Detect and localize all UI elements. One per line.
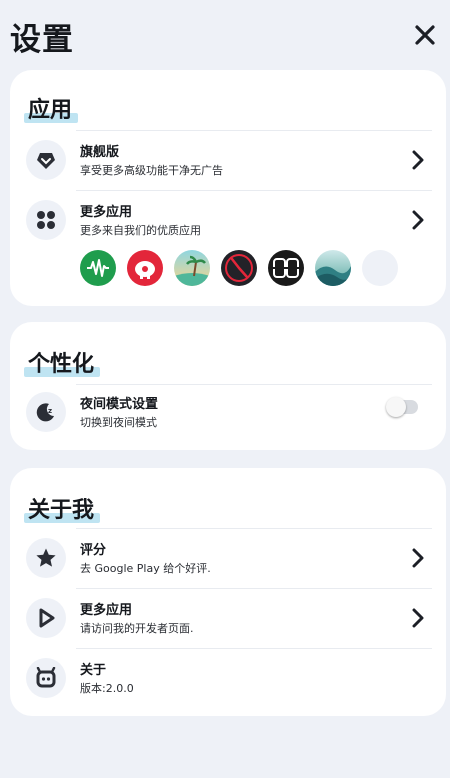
rate-icon-circle: [26, 538, 66, 578]
about-section-title: 关于我: [24, 492, 101, 524]
about-row[interactable]: 关于 版本:2.0.0: [10, 650, 446, 706]
developer-apps-title: 更多应用: [80, 603, 133, 618]
chevron-right-icon: [406, 606, 430, 630]
rate-subtitle: 去 Google Play 给个好评.: [80, 562, 211, 575]
developer-apps-row[interactable]: 更多应用 请访问我的开发者页面.: [10, 590, 446, 646]
audio-wave-app-icon[interactable]: [80, 250, 116, 286]
apps-section-title: 应用: [24, 92, 79, 124]
svg-text:z: z: [48, 407, 52, 415]
more-apps-title: 更多应用: [80, 205, 133, 220]
about-version: 版本:2.0.0: [80, 682, 134, 695]
apps-grid-icon: [37, 211, 55, 229]
premium-row[interactable]: 旗舰版 享受更多高级功能干净无广告: [10, 132, 446, 188]
close-icon: [415, 25, 435, 45]
moon-icon: z: [36, 403, 54, 422]
apps-section-card: 应用 旗舰版 享受更多高级功能干净无广告 更多应用 更多来自我们的优质应用: [10, 70, 446, 306]
premium-icon-circle: [26, 140, 66, 180]
rate-title: 评分: [80, 543, 107, 558]
placeholder-app-icon: [362, 250, 398, 286]
personalization-section-card: 个性化 z 夜间模式设置 切换到夜间模式: [10, 322, 446, 450]
premium-title: 旗舰版: [80, 145, 120, 160]
rate-row[interactable]: 评分 去 Google Play 给个好评.: [10, 530, 446, 586]
heart-badge-icon: [37, 153, 55, 169]
night-mode-toggle[interactable]: [386, 397, 418, 417]
more-apps-subtitle: 更多来自我们的优质应用: [80, 224, 201, 237]
wave-landscape-app-icon[interactable]: [315, 250, 351, 286]
chevron-right-icon: [406, 148, 430, 172]
night-mode-title: 夜间模式设置: [80, 397, 159, 412]
developer-apps-subtitle: 请访问我的开发者页面.: [80, 622, 194, 635]
toggle-knob: [386, 397, 406, 417]
close-button[interactable]: [408, 18, 442, 52]
page-title: 设置: [10, 22, 74, 58]
night-mode-subtitle: 切换到夜间模式: [80, 416, 157, 429]
chevron-right-icon: [406, 208, 430, 232]
night-mode-row[interactable]: z 夜间模式设置 切换到夜间模式: [10, 384, 446, 440]
clock-app-icon[interactable]: [221, 250, 257, 286]
personalization-section-title: 个性化: [24, 346, 101, 378]
play-icon: [39, 608, 55, 628]
developer-apps-icon-circle: [26, 598, 66, 638]
premium-subtitle: 享受更多高级功能干净无广告: [80, 164, 223, 177]
about-section-card: 关于我 评分 去 Google Play 给个好评. 更多应用 请访问我的开发者…: [10, 468, 446, 716]
more-apps-icon-circle: [26, 200, 66, 240]
about-title: 关于: [80, 663, 107, 678]
night-mode-icon-circle: z: [26, 392, 66, 432]
chevron-right-icon: [406, 546, 430, 570]
about-icon-circle: [26, 658, 66, 698]
more-apps-row[interactable]: 更多应用 更多来自我们的优质应用: [10, 192, 446, 248]
piggy-bank-app-icon[interactable]: [127, 250, 163, 286]
flip-clock-app-icon[interactable]: [268, 250, 304, 286]
star-icon: [36, 548, 56, 567]
header: 设置: [0, 0, 450, 64]
robot-icon: [36, 667, 56, 688]
beach-app-icon[interactable]: [174, 250, 210, 286]
